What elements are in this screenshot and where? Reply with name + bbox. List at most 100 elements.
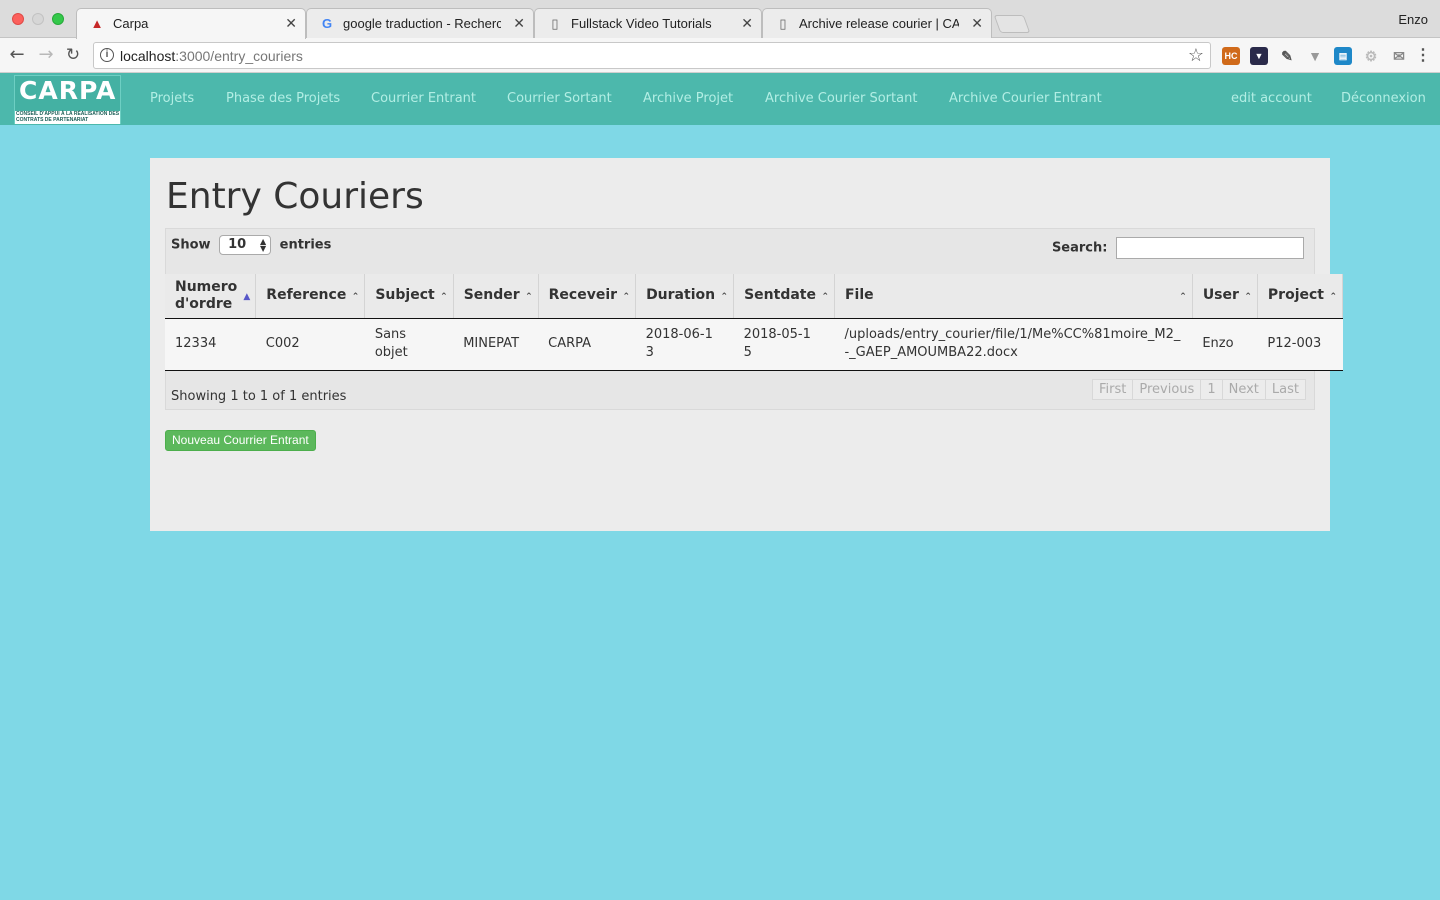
- browser-tab-fullstack[interactable]: ▯ Fullstack Video Tutorials ✕: [534, 8, 762, 38]
- column-header-file[interactable]: File ⌃: [834, 274, 1193, 319]
- bookmark-star-icon[interactable]: ☆: [1188, 45, 1204, 66]
- window-close-button[interactable]: [12, 13, 24, 25]
- entries-label: entries: [279, 237, 332, 253]
- search-input[interactable]: [1116, 237, 1304, 259]
- nav-deconnexion[interactable]: Déconnexion: [1341, 91, 1426, 106]
- profile-name[interactable]: Enzo: [1398, 12, 1428, 27]
- nav-archive-courier-sortant[interactable]: Archive Courier Sortant: [765, 91, 917, 106]
- extension-eyedropper-icon[interactable]: ✎: [1278, 47, 1296, 65]
- entries-select[interactable]: 10 ▲ ▼: [219, 235, 272, 255]
- cell-numero: 12334: [165, 318, 256, 371]
- column-header-reference[interactable]: Reference ⌃: [255, 274, 366, 319]
- sort-asc-icon: ▲: [243, 292, 251, 302]
- column-header-receveir[interactable]: Receveir ⌃: [538, 274, 637, 319]
- window-minimize-button[interactable]: [32, 13, 44, 25]
- nav-phase-des-projets[interactable]: Phase des Projets: [226, 91, 340, 106]
- column-label: Numero d'ordre: [175, 278, 238, 312]
- cell-receveir: CARPA: [538, 318, 636, 371]
- info-icon[interactable]: i: [100, 48, 114, 62]
- cell-reference: C002: [255, 318, 365, 371]
- tab-title: Fullstack Video Tutorials: [571, 16, 712, 31]
- reload-icon[interactable]: ↻: [62, 44, 84, 66]
- tab-title: google traduction - Recherche: [343, 16, 501, 31]
- sort-icon: ⌃: [351, 292, 360, 302]
- carpa-logo[interactable]: CARPA CONSEIL D'APPUI À LA RÉALISATION D…: [14, 75, 121, 124]
- browser-tab-strip: ▲ Carpa ✕ G google traduction - Recherch…: [0, 0, 1440, 39]
- show-label: Show: [171, 237, 211, 253]
- address-bar[interactable]: i localhost:3000/entry_couriers ☆: [93, 42, 1211, 69]
- extension-v-icon[interactable]: ▼: [1306, 47, 1324, 65]
- extension-blue-icon[interactable]: ▤: [1334, 47, 1352, 65]
- extension-shield-icon[interactable]: ▼: [1250, 47, 1268, 65]
- nav-courrier-sortant[interactable]: Courrier Sortant: [507, 91, 612, 106]
- cell-user: Enzo: [1192, 318, 1258, 371]
- extension-hc-icon[interactable]: HC: [1222, 47, 1240, 65]
- column-header-user[interactable]: User ⌃: [1192, 274, 1258, 319]
- new-tab-button[interactable]: [993, 15, 1031, 33]
- url-host: localhost: [120, 48, 176, 64]
- column-header-sentdate[interactable]: Sentdate ⌃: [733, 274, 835, 319]
- logo-text: CARPA: [19, 76, 117, 105]
- entry-couriers-table: Numero d'ordre ▲ Reference ⌃ Subject ⌃ Send…: [165, 274, 1344, 371]
- sort-icon: ⌃: [821, 292, 829, 302]
- cell-sentdate: 2018-05-15: [733, 318, 835, 371]
- close-icon[interactable]: ✕: [285, 15, 297, 31]
- column-label: User: [1202, 287, 1239, 304]
- tab-title: Archive release courier | CARPA: [799, 16, 959, 31]
- browser-tab-archive[interactable]: ▯ Archive release courier | CARPA ✕: [762, 8, 992, 38]
- nav-projets[interactable]: Projets: [150, 91, 194, 106]
- column-label: Reference: [266, 287, 347, 304]
- sort-icon: ⌃: [525, 292, 533, 302]
- cell-sender: MINEPAT: [453, 318, 539, 371]
- paging-last[interactable]: Last: [1264, 379, 1306, 400]
- sort-icon: ⌃: [622, 292, 631, 302]
- browser-toolbar: ← → ↻ i localhost:3000/entry_couriers ☆ …: [0, 38, 1440, 73]
- column-label: Sentdate: [744, 287, 816, 304]
- close-icon[interactable]: ✕: [741, 15, 753, 31]
- column-header-subject[interactable]: Subject ⌃: [364, 274, 454, 319]
- close-icon[interactable]: ✕: [513, 15, 525, 31]
- paging-page-1[interactable]: 1: [1200, 379, 1223, 400]
- extension-mail-icon[interactable]: ✉: [1390, 47, 1408, 65]
- column-label: Project: [1267, 287, 1324, 304]
- nav-archive-projet[interactable]: Archive Projet: [643, 91, 733, 106]
- paging-next[interactable]: Next: [1221, 379, 1266, 400]
- close-icon[interactable]: ✕: [971, 15, 983, 31]
- datatable-wrapper: Show 10 ▲ ▼ entries Search: Numero d'ordre…: [165, 228, 1344, 410]
- cell-subject: Sans objet: [364, 318, 454, 371]
- forward-arrow-icon[interactable]: →: [35, 44, 57, 66]
- extension-grey-icon[interactable]: ⚙: [1362, 47, 1380, 65]
- cell-project: P12-003: [1257, 318, 1343, 371]
- tab-title: Carpa: [113, 16, 149, 31]
- site-navbar: CARPA CONSEIL D'APPUI À LA RÉALISATION D…: [0, 73, 1440, 125]
- column-label: Receveir: [548, 287, 618, 304]
- nav-courrier-entrant[interactable]: Courrier Entrant: [371, 91, 476, 106]
- back-arrow-icon[interactable]: ←: [6, 44, 28, 66]
- sort-icon: ⌃: [1329, 292, 1337, 302]
- column-label: Duration: [646, 287, 716, 304]
- browser-tab-carpa[interactable]: ▲ Carpa ✕: [76, 8, 306, 39]
- column-header-duration[interactable]: Duration ⌃: [635, 274, 735, 319]
- column-header-project[interactable]: Project ⌃: [1257, 274, 1344, 319]
- entries-length-control: Show 10 ▲ ▼ entries: [171, 235, 331, 255]
- entries-select-value: 10: [228, 237, 247, 252]
- paging-previous[interactable]: Previous: [1132, 379, 1202, 400]
- nav-edit-account[interactable]: edit account: [1231, 91, 1312, 106]
- new-entry-courier-button[interactable]: Nouveau Courrier Entrant: [165, 430, 316, 451]
- search-control: Search:: [1052, 237, 1304, 259]
- column-header-sender[interactable]: Sender ⌃: [453, 274, 539, 319]
- pagination: First Previous 1 Next Last: [1092, 379, 1306, 400]
- paging-first[interactable]: First: [1092, 379, 1134, 400]
- browser-menu-icon[interactable]: ⋮: [1414, 47, 1432, 65]
- nav-archive-courier-entrant[interactable]: Archive Courier Entrant: [949, 91, 1102, 106]
- select-arrows-icon: ▲ ▼: [259, 237, 267, 253]
- document-icon: ▯: [551, 16, 559, 31]
- page-title: Entry Couriers: [166, 176, 424, 217]
- column-header-numero[interactable]: Numero d'ordre ▲: [165, 274, 257, 319]
- table-header-row: Numero d'ordre ▲ Reference ⌃ Subject ⌃ Send…: [165, 274, 1344, 319]
- cell-file: /uploads/entry_courier/file/1/Me%CC%81mo…: [834, 318, 1193, 371]
- logo-subtitle: CONSEIL D'APPUI À LA RÉALISATION DES CON…: [15, 111, 120, 124]
- browser-tab-google[interactable]: G google traduction - Recherche ✕: [306, 8, 534, 38]
- column-label: File: [844, 287, 874, 304]
- window-maximize-button[interactable]: [52, 13, 64, 25]
